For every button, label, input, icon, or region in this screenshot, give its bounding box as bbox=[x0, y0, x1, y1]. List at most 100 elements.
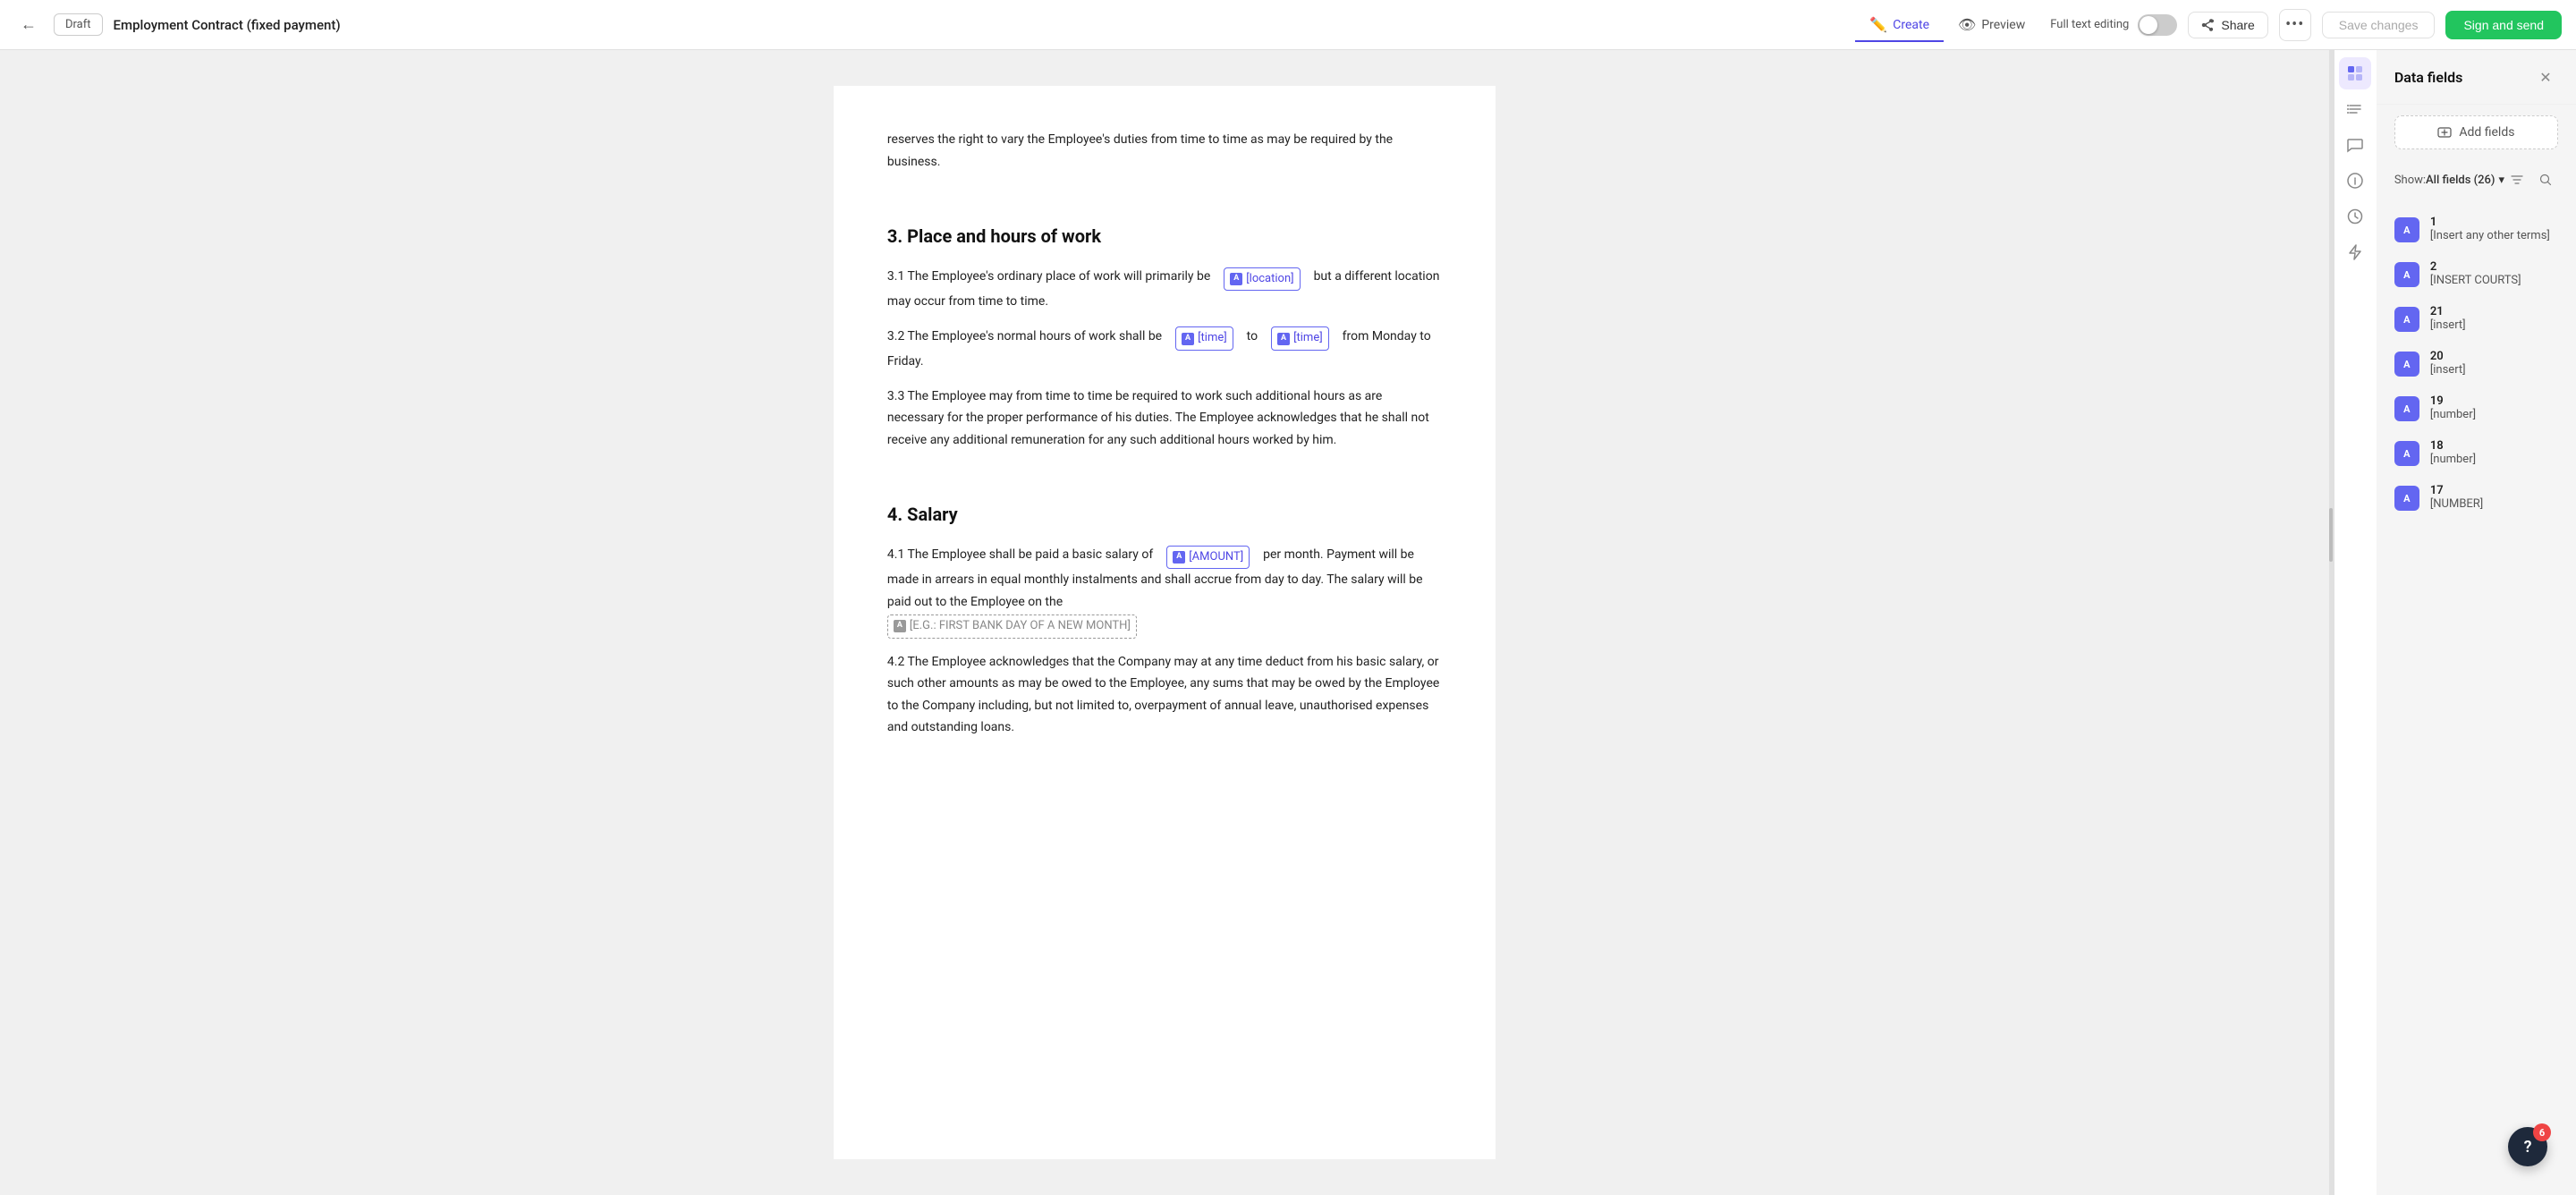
section4-heading: 4. Salary bbox=[887, 499, 1442, 530]
section3-para3: 3.3 The Employee may from time to time b… bbox=[887, 386, 1442, 452]
full-text-label: Full text editing bbox=[2050, 18, 2129, 31]
tab-create-label: Create bbox=[1893, 18, 1929, 32]
field-badge-19: A bbox=[2394, 396, 2419, 421]
full-text-toggle-switch[interactable] bbox=[2138, 14, 2177, 36]
checklist-icon-btn[interactable] bbox=[2339, 93, 2371, 125]
section3-para1: 3.1 The Employee's ordinary place of wor… bbox=[887, 266, 1442, 313]
field-item-21[interactable]: A 21 [insert] bbox=[2377, 296, 2576, 341]
notification-icon: ? bbox=[2524, 1138, 2532, 1157]
toolbar: ← Draft Employment Contract (fixed payme… bbox=[0, 0, 2576, 50]
scroll-track bbox=[2329, 50, 2333, 1195]
sign-and-send-button[interactable]: Sign and send bbox=[2445, 11, 2562, 39]
field-name-20: [insert] bbox=[2430, 363, 2466, 377]
filter-icons-group bbox=[2504, 167, 2558, 192]
field-item-17[interactable]: A 17 [NUMBER] bbox=[2377, 475, 2576, 520]
document-title: Employment Contract (fixed payment) bbox=[114, 17, 1845, 33]
section3-para2: 3.2 The Employee's normal hours of work … bbox=[887, 326, 1442, 373]
share-label: Share bbox=[2221, 18, 2254, 32]
field-item-20[interactable]: A 20 [insert] bbox=[2377, 341, 2576, 386]
history-icon-btn[interactable] bbox=[2339, 200, 2371, 233]
sidebar-icon-strip bbox=[2334, 50, 2377, 1195]
section4-para2: 4.2 The Employee acknowledges that the C… bbox=[887, 651, 1442, 739]
combined-sidebar: Data fields ✕ Add fields Show: All field… bbox=[2333, 50, 2576, 1195]
data-fields-icon-btn[interactable] bbox=[2339, 57, 2371, 89]
field-name-2: [INSERT COURTS] bbox=[2430, 274, 2521, 287]
field-item-19[interactable]: A 19 [number] bbox=[2377, 386, 2576, 430]
document-area: reserves the right to vary the Employee'… bbox=[0, 50, 2329, 1195]
scroll-thumb bbox=[2329, 508, 2333, 562]
info-icon-btn[interactable] bbox=[2339, 165, 2371, 197]
tab-preview[interactable]: 👁 Preview bbox=[1944, 9, 2039, 42]
field-badge-1: A bbox=[2394, 217, 2419, 242]
create-tab-icon: ✏️ bbox=[1869, 16, 1887, 33]
bank-day-field-chip[interactable]: A [E.G.: FIRST BANK DAY OF A NEW MONTH] bbox=[887, 614, 1137, 639]
tab-group: ✏️ Create 👁 Preview bbox=[1855, 8, 2039, 41]
field-info-2: 2 [INSERT COURTS] bbox=[2430, 260, 2521, 287]
share-icon bbox=[2201, 18, 2216, 32]
save-changes-button[interactable]: Save changes bbox=[2322, 12, 2436, 38]
field-info-1: 1 [Insert any other terms] bbox=[2430, 216, 2550, 242]
share-button[interactable]: Share bbox=[2188, 12, 2267, 38]
add-fields-label: Add fields bbox=[2459, 125, 2514, 140]
add-fields-icon bbox=[2437, 125, 2452, 140]
field-info-21: 21 [insert] bbox=[2430, 305, 2466, 332]
show-label: Show: bbox=[2394, 174, 2426, 187]
more-button[interactable]: ••• bbox=[2279, 9, 2311, 41]
field-item-18[interactable]: A 18 [number] bbox=[2377, 430, 2576, 475]
data-fields-panel: Data fields ✕ Add fields Show: All field… bbox=[2377, 50, 2576, 1195]
field-name-17: [NUMBER] bbox=[2430, 497, 2483, 511]
tab-preview-label: Preview bbox=[1981, 18, 2025, 32]
field-name-1: [Insert any other terms] bbox=[2430, 229, 2550, 242]
main-area: reserves the right to vary the Employee'… bbox=[0, 50, 2576, 1195]
sort-icon bbox=[2510, 173, 2524, 187]
document-page: reserves the right to vary the Employee'… bbox=[834, 86, 1496, 1159]
draft-badge[interactable]: Draft bbox=[54, 13, 103, 36]
para1-before: 3.1 The Employee's ordinary place of wor… bbox=[887, 269, 1210, 284]
field-name-18: [number] bbox=[2430, 453, 2476, 466]
field-badge-18: A bbox=[2394, 441, 2419, 466]
field-info-17: 17 [NUMBER] bbox=[2430, 484, 2483, 511]
filter-select[interactable]: All fields (26) ▾ bbox=[2426, 174, 2504, 187]
notification-count: 6 bbox=[2533, 1123, 2551, 1141]
comments-icon bbox=[2346, 136, 2364, 154]
field-num-20: 20 bbox=[2430, 350, 2466, 363]
field-num-18: 18 bbox=[2430, 439, 2476, 453]
time-field-chip-1[interactable]: A [time] bbox=[1175, 326, 1233, 351]
panel-header: Data fields ✕ bbox=[2377, 50, 2576, 105]
panel-title: Data fields bbox=[2394, 69, 2463, 86]
field-info-18: 18 [number] bbox=[2430, 439, 2476, 466]
fields-filter-bar: Show: All fields (26) ▾ bbox=[2377, 160, 2576, 199]
search-icon-btn[interactable] bbox=[2533, 167, 2558, 192]
checklist-icon bbox=[2346, 100, 2364, 118]
intro-paragraph: reserves the right to vary the Employee'… bbox=[887, 129, 1442, 173]
field-item-1[interactable]: A 1 [Insert any other terms] bbox=[2377, 207, 2576, 251]
notification-badge[interactable]: ? 6 bbox=[2508, 1127, 2547, 1166]
data-fields-icon bbox=[2346, 64, 2364, 82]
para2-mid: to bbox=[1247, 329, 1258, 343]
time-field-chip-2[interactable]: A [time] bbox=[1271, 326, 1329, 351]
amount-field-chip[interactable]: A [AMOUNT] bbox=[1166, 546, 1250, 570]
field-item-2[interactable]: A 2 [INSERT COURTS] bbox=[2377, 251, 2576, 296]
location-field-chip[interactable]: A [location] bbox=[1224, 267, 1300, 292]
panel-close-button[interactable]: ✕ bbox=[2533, 64, 2558, 89]
tab-create[interactable]: ✏️ Create bbox=[1855, 9, 1944, 42]
field-name-21: [insert] bbox=[2430, 318, 2466, 332]
para4-before: 4.1 The Employee shall be paid a basic s… bbox=[887, 547, 1153, 562]
field-chip-icon-amount: A bbox=[1173, 551, 1185, 564]
field-info-19: 19 [number] bbox=[2430, 394, 2476, 421]
field-num-17: 17 bbox=[2430, 484, 2483, 497]
comments-icon-btn[interactable] bbox=[2339, 129, 2371, 161]
field-badge-2: A bbox=[2394, 262, 2419, 287]
add-fields-button[interactable]: Add fields bbox=[2394, 115, 2558, 149]
lightning-icon-btn[interactable] bbox=[2339, 236, 2371, 268]
sort-icon-btn[interactable] bbox=[2504, 167, 2529, 192]
preview-tab-icon: 👁 bbox=[1958, 16, 1976, 33]
fields-list: A 1 [Insert any other terms] A 2 [INSERT… bbox=[2377, 199, 2576, 1195]
info-icon bbox=[2346, 172, 2364, 190]
field-name-19: [number] bbox=[2430, 408, 2476, 421]
filter-value: All fields (26) bbox=[2426, 174, 2495, 187]
back-button[interactable]: ← bbox=[14, 11, 43, 39]
para2-before: 3.2 The Employee's normal hours of work … bbox=[887, 329, 1162, 343]
section3-heading: 3. Place and hours of work bbox=[887, 221, 1442, 251]
field-chip-icon-time2: A bbox=[1277, 333, 1290, 345]
